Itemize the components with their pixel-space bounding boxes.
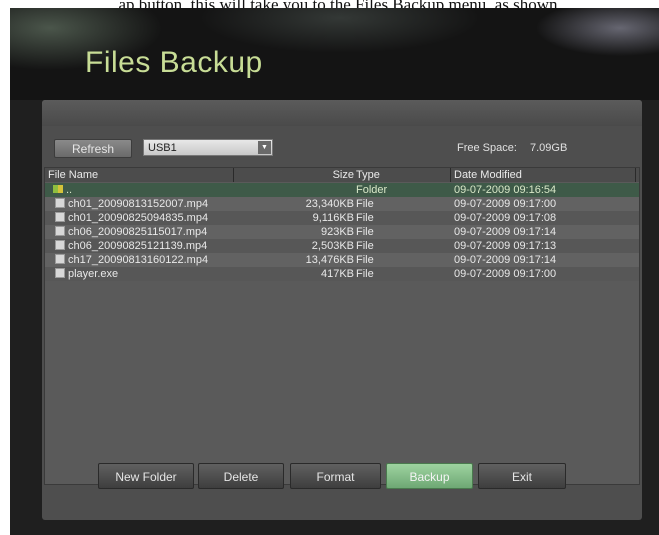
file-type-cell: File bbox=[356, 212, 374, 224]
file-size-cell: 23,340KB bbox=[305, 198, 354, 210]
files-backup-window: Files Backup Refresh USB1 ▼ Free Space: … bbox=[10, 8, 659, 535]
table-row[interactable]: ch17_20090813160122.mp4 13,476KB File 09… bbox=[45, 253, 639, 267]
table-row[interactable]: player.exe 417KB File 09-07-2009 09:17:0… bbox=[45, 267, 639, 281]
file-size-cell: 9,116KB bbox=[312, 212, 354, 224]
refresh-button[interactable]: Refresh bbox=[54, 139, 132, 158]
file-type-cell: File bbox=[356, 254, 374, 266]
file-name-cell: ch01_20090813152007.mp4 bbox=[55, 197, 208, 211]
file-name-cell: ch06_20090825121139.mp4 bbox=[55, 239, 207, 253]
device-select-value: USB1 bbox=[148, 142, 177, 154]
file-icon bbox=[55, 268, 65, 279]
toolbar: Refresh USB1 ▼ Free Space: 7.09GB bbox=[42, 134, 642, 160]
new-folder-button[interactable]: New Folder bbox=[98, 463, 194, 489]
table-row[interactable]: ch06_20090825121139.mp4 2,503KB File 09-… bbox=[45, 239, 639, 253]
title-banner: Files Backup bbox=[10, 8, 659, 100]
column-divider[interactable] bbox=[233, 168, 234, 182]
file-date-cell: 09-07-2009 09:17:08 bbox=[454, 212, 557, 224]
free-space-label: Free Space: bbox=[457, 142, 517, 154]
column-header-size[interactable]: Size bbox=[235, 168, 354, 182]
backup-button[interactable]: Backup bbox=[386, 463, 473, 489]
file-icon bbox=[55, 254, 65, 265]
table-header: File Name Size Type Date Modified bbox=[45, 168, 639, 182]
file-size-cell: 417KB bbox=[320, 268, 354, 280]
folder-up-icon bbox=[53, 185, 63, 194]
file-size-cell: 13,476KB bbox=[305, 254, 354, 266]
file-type-cell: File bbox=[356, 268, 374, 280]
file-date-cell: 09-07-2009 09:17:00 bbox=[454, 198, 557, 210]
table-row[interactable]: ch01_20090813152007.mp4 23,340KB File 09… bbox=[45, 197, 639, 211]
table-row[interactable]: ch01_20090825094835.mp4 9,116KB File 09-… bbox=[45, 211, 639, 225]
file-icon bbox=[55, 198, 65, 209]
file-icon bbox=[55, 240, 65, 251]
file-name-cell: player.exe bbox=[55, 267, 118, 281]
free-space-value: 7.09GB bbox=[530, 142, 568, 154]
file-name-cell: ch06_20090825115017.mp4 bbox=[55, 225, 207, 239]
file-date-cell: 09-07-2009 09:17:00 bbox=[454, 268, 557, 280]
file-rows: .. Folder 09-07-2009 09:16:54 ch01_20090… bbox=[45, 183, 639, 281]
file-table: File Name Size Type Date Modified .. Fol… bbox=[44, 167, 640, 485]
file-size-cell: 2,503KB bbox=[311, 240, 354, 252]
exit-button[interactable]: Exit bbox=[478, 463, 566, 489]
file-type-cell: File bbox=[356, 240, 374, 252]
action-bar: New Folder Delete Format Backup Exit bbox=[10, 463, 659, 491]
file-icon bbox=[55, 226, 65, 237]
file-size-cell bbox=[235, 183, 354, 197]
page-title: Files Backup bbox=[85, 46, 263, 79]
chevron-down-icon[interactable]: ▼ bbox=[258, 141, 271, 154]
table-row[interactable]: .. Folder 09-07-2009 09:16:54 bbox=[45, 183, 639, 197]
delete-button[interactable]: Delete bbox=[198, 463, 284, 489]
file-name-cell: .. bbox=[53, 183, 72, 197]
file-icon bbox=[55, 212, 65, 223]
column-header-file-name[interactable]: File Name bbox=[48, 168, 98, 182]
format-button[interactable]: Format bbox=[290, 463, 381, 489]
column-divider[interactable] bbox=[635, 168, 636, 182]
file-type-cell: File bbox=[356, 198, 374, 210]
column-divider[interactable] bbox=[450, 168, 451, 182]
file-name-cell: ch17_20090813160122.mp4 bbox=[55, 253, 208, 267]
file-type-cell: Folder bbox=[356, 184, 388, 196]
file-size-cell: 923KB bbox=[320, 226, 354, 238]
file-date-cell: 09-07-2009 09:17:14 bbox=[454, 226, 557, 238]
file-date-cell: 09-07-2009 09:16:54 bbox=[454, 184, 557, 196]
table-row[interactable]: ch06_20090825115017.mp4 923KB File 09-07… bbox=[45, 225, 639, 239]
panel-header-bar bbox=[42, 100, 642, 126]
column-header-type[interactable]: Type bbox=[356, 168, 380, 182]
file-browser-panel: Refresh USB1 ▼ Free Space: 7.09GB File N… bbox=[42, 100, 642, 520]
file-name-cell: ch01_20090825094835.mp4 bbox=[55, 211, 208, 225]
device-select[interactable]: USB1 ▼ bbox=[143, 139, 273, 156]
file-date-cell: 09-07-2009 09:17:14 bbox=[454, 254, 557, 266]
file-date-cell: 09-07-2009 09:17:13 bbox=[454, 240, 557, 252]
file-type-cell: File bbox=[356, 226, 374, 238]
column-header-date-modified[interactable]: Date Modified bbox=[454, 168, 522, 182]
